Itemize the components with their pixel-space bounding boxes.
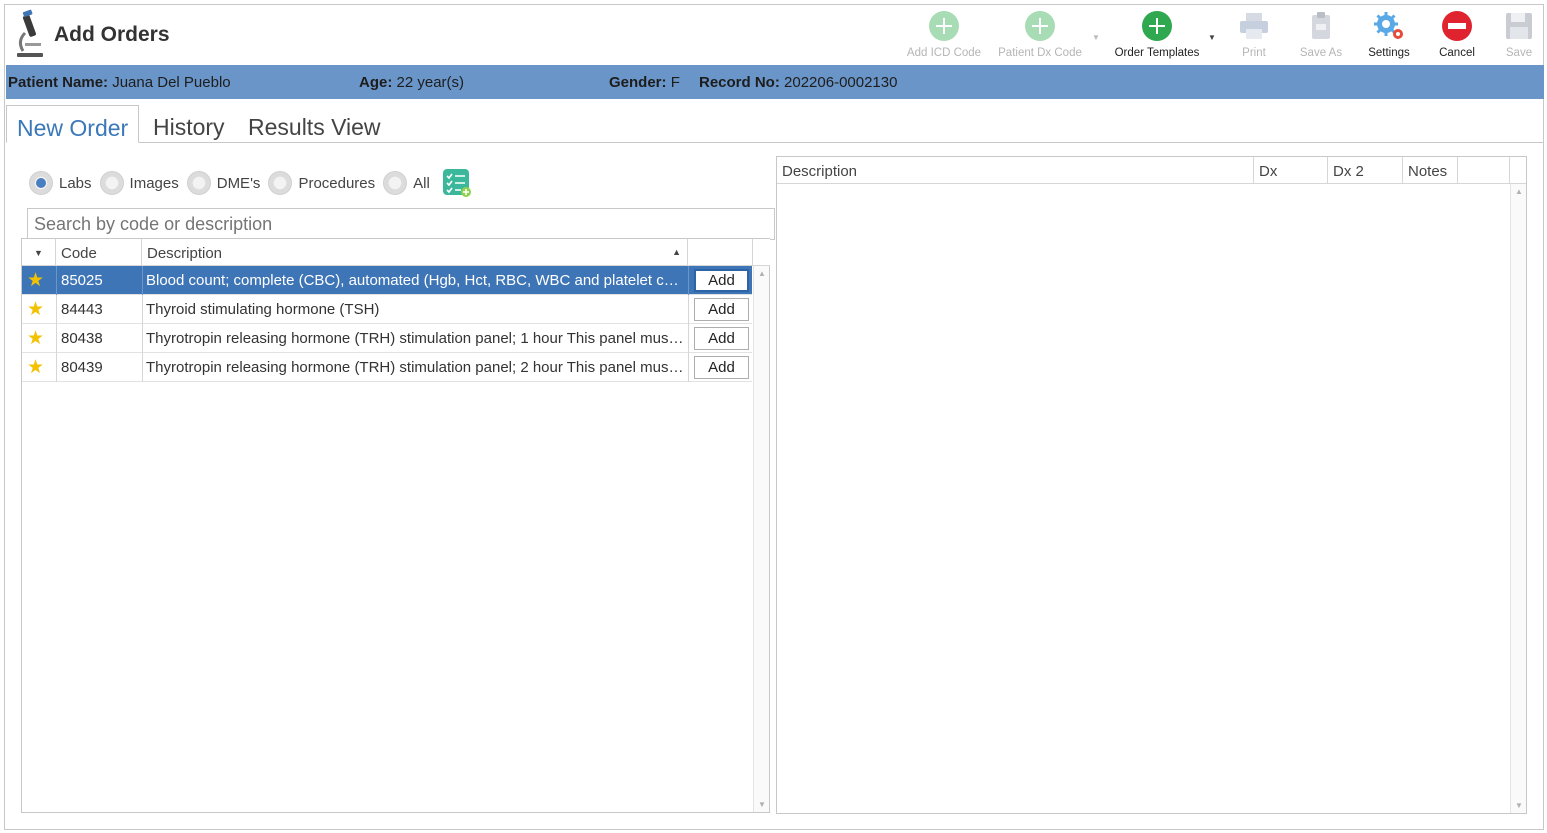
favorite-column-header[interactable]: ▼ [22, 239, 56, 266]
order-type-filter: Labs Images DME's Procedures All [29, 168, 472, 198]
cancel-icon [1440, 9, 1474, 43]
sort-ascending-icon: ▲ [672, 247, 681, 257]
floppy-disk-icon [1502, 9, 1536, 43]
description-cell: Thyroid stimulating hormone (TSH) [146, 301, 380, 318]
microscope-icon [11, 7, 47, 63]
description-cell: Blood count; complete (CBC), automated (… [146, 272, 686, 289]
code-cell: 85025 [61, 272, 103, 289]
search-input[interactable] [27, 208, 775, 240]
star-icon[interactable]: ★ [27, 327, 44, 350]
dx-column-header[interactable]: Dx [1254, 157, 1328, 184]
description-cell: Thyrotropin releasing hormone (TRH) stim… [146, 330, 686, 347]
selected-orders-grid: Description Dx Dx 2 Notes ▲ ▼ [776, 156, 1527, 814]
patient-age-field: Age: 22 year(s) [359, 74, 465, 91]
code-cell: 80439 [61, 359, 103, 376]
table-row[interactable]: ★ 85025 Blood count; complete (CBC), autom… [22, 266, 752, 295]
radio-labs[interactable]: Labs [29, 171, 92, 195]
settings-button[interactable]: Settings [1363, 9, 1415, 65]
page-title: Add Orders [54, 23, 170, 46]
radio-dmes[interactable]: DME's [186, 171, 260, 195]
clipboard-icon [1304, 9, 1338, 43]
star-icon[interactable]: ★ [27, 269, 44, 292]
code-cell: 80438 [61, 330, 103, 347]
table-row[interactable]: ★ 80439 Thyrotropin releasing hormone (TRH… [22, 353, 752, 382]
notes-column-header[interactable]: Notes [1403, 157, 1458, 184]
plus-circle-icon [927, 9, 961, 43]
table-row[interactable]: ★ 84443 Thyroid stimulating hormone (TSH) A… [22, 295, 752, 324]
add-button[interactable]: Add [694, 356, 749, 379]
plus-circle-icon [1140, 9, 1174, 43]
scroll-down-arrow[interactable]: ▼ [1511, 801, 1527, 810]
description-cell: Thyrotropin releasing hormone (TRH) stim… [146, 359, 686, 376]
save-as-button[interactable]: Save As [1295, 9, 1347, 65]
order-templates-button[interactable]: Order Templates [1107, 9, 1207, 65]
save-button[interactable]: Save [1497, 9, 1541, 65]
code-results-grid: ▼ Code Description ▲ ★ 85025 Blood count; … [21, 238, 770, 813]
printer-icon [1237, 9, 1271, 43]
scroll-up-arrow[interactable]: ▲ [1511, 187, 1527, 196]
cancel-button[interactable]: Cancel [1433, 9, 1481, 65]
code-cell: 84443 [61, 301, 103, 318]
add-button[interactable]: Add [694, 298, 749, 321]
add-column-header [688, 239, 753, 266]
chevron-down-icon[interactable]: ▼ [1208, 33, 1216, 42]
vertical-scrollbar[interactable]: ▲ ▼ [753, 266, 769, 812]
description-column-header[interactable]: Description [777, 157, 1254, 184]
add-icd-code-button[interactable]: Add ICD Code [903, 9, 985, 65]
tab-history[interactable]: History [143, 105, 235, 143]
radio-all[interactable]: All [383, 171, 430, 195]
tab-results-view[interactable]: Results View [238, 105, 391, 143]
star-icon[interactable]: ★ [27, 356, 44, 379]
patient-name-field: Patient Name: Juana Del Pueblo [8, 74, 231, 91]
radio-procedures[interactable]: Procedures [268, 171, 375, 195]
tab-new-order[interactable]: New Order [6, 105, 140, 143]
dx2-column-header[interactable]: Dx 2 [1328, 157, 1403, 184]
gears-icon [1372, 9, 1406, 43]
checklist-add-icon[interactable] [442, 168, 472, 198]
patient-gender-field: Gender: F [609, 74, 680, 91]
patient-record-field: Record No: 202206-0002130 [699, 74, 898, 91]
plus-circle-icon [1023, 9, 1057, 43]
scroll-down-arrow[interactable]: ▼ [754, 800, 770, 809]
print-button[interactable]: Print [1231, 9, 1277, 65]
vertical-scrollbar[interactable]: ▲ ▼ [1510, 184, 1526, 813]
tab-bar: New Order History Results View [6, 101, 1544, 143]
chevron-down-icon[interactable]: ▼ [1092, 33, 1100, 42]
scroll-up-arrow[interactable]: ▲ [754, 269, 770, 278]
description-column-header[interactable]: Description ▲ [142, 239, 688, 266]
table-row[interactable]: ★ 80438 Thyrotropin releasing hormone (TRH… [22, 324, 752, 353]
star-icon[interactable]: ★ [27, 298, 44, 321]
add-button[interactable]: Add [694, 269, 749, 292]
code-column-header[interactable]: Code [56, 239, 142, 266]
patient-info-bar: Patient Name: Juana Del Pueblo Age: 22 y… [6, 65, 1544, 99]
add-button[interactable]: Add [694, 327, 749, 350]
patient-dx-code-button[interactable]: Patient Dx Code [995, 9, 1085, 65]
radio-images[interactable]: Images [99, 171, 179, 195]
